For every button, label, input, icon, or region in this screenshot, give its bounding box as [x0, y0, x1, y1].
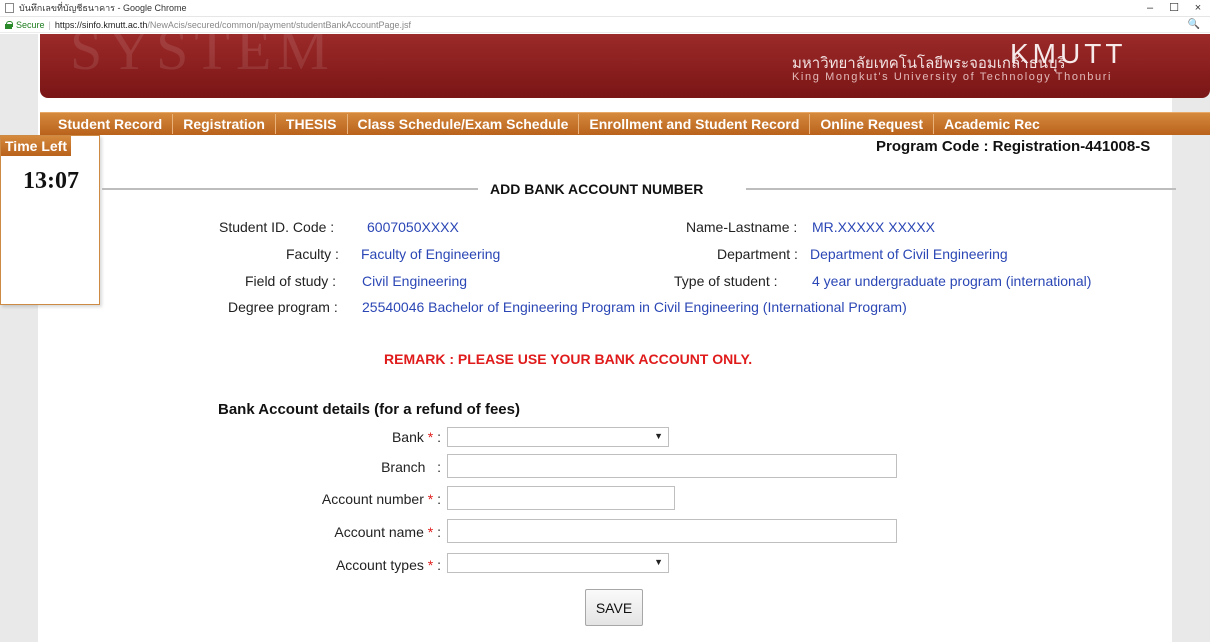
account-name-input[interactable]	[447, 519, 897, 543]
faculty-value: Faculty of Engineering	[361, 246, 501, 262]
field-of-study-label: Field of study :	[245, 273, 337, 289]
remark-warning: REMARK : PLEASE USE YOUR BANK ACCOUNT ON…	[384, 351, 753, 367]
label-colon: :	[437, 429, 441, 445]
url-path: /NewAcis/secured/common/payment/studentB…	[147, 19, 412, 30]
bank-details-heading: Bank Account details (for a refund of fe…	[218, 401, 520, 418]
nav-registration[interactable]: Registration	[173, 114, 276, 134]
time-left-panel: Time Left 13:07	[0, 135, 100, 305]
nav-online-request[interactable]: Online Request	[810, 114, 935, 134]
nav-student-record[interactable]: Student Record	[40, 114, 174, 134]
university-banner: SYSTEM มหาวิทยาลัยเทคโนโลยีพระจอมเกล้าธน…	[40, 34, 1210, 98]
label-colon: :	[437, 459, 441, 475]
name-value: MR.XXXXX XXXXX	[812, 219, 935, 235]
required-mark: *	[427, 429, 434, 445]
lock-icon	[5, 20, 13, 29]
save-button[interactable]: SAVE	[585, 589, 643, 626]
zoom-icon[interactable]: 🔍	[1188, 19, 1200, 30]
account-number-label-text: Account number	[321, 491, 424, 507]
name-label: Name-Lastname :	[686, 219, 798, 235]
time-left-value: 13:07	[23, 168, 79, 194]
department-label: Department :	[717, 246, 798, 262]
required-mark: *	[427, 491, 434, 507]
account-number-input[interactable]	[447, 486, 675, 510]
main-nav: Student Record Registration THESIS Class…	[40, 112, 1210, 135]
window-controls: – ☐ ×	[1138, 0, 1210, 16]
branch-input[interactable]	[447, 454, 897, 478]
time-left-label: Time Left	[1, 136, 71, 156]
branch-label-text: Branch	[381, 459, 426, 475]
label-colon: :	[437, 524, 441, 540]
minimize-button[interactable]: –	[1138, 0, 1162, 16]
maximize-button[interactable]: ☐	[1162, 0, 1186, 16]
label-colon: :	[437, 557, 441, 573]
account-number-label: Account number * :	[211, 491, 441, 507]
chevron-down-icon: ▼	[654, 431, 663, 441]
section-title: ADD BANK ACCOUNT NUMBER	[490, 181, 704, 197]
chevron-down-icon: ▼	[654, 557, 663, 567]
bank-label-text: Bank	[391, 429, 424, 445]
bank-label: Bank * :	[211, 429, 441, 445]
branch-label: Branch :	[211, 459, 441, 475]
nav-academic-record[interactable]: Academic Rec	[934, 114, 1050, 134]
field-of-study-value: Civil Engineering	[362, 273, 468, 289]
address-bar[interactable]: Secure | https://sinfo.kmutt.ac.th /NewA…	[0, 17, 1210, 33]
account-name-label: Account name * :	[211, 524, 441, 540]
student-id-value: 6007050XXXX	[367, 219, 459, 235]
required-mark: *	[427, 524, 434, 540]
faculty-label: Faculty :	[286, 246, 339, 262]
nav-enrollment[interactable]: Enrollment and Student Record	[579, 114, 811, 134]
nav-class-schedule[interactable]: Class Schedule/Exam Schedule	[348, 114, 580, 134]
student-id-label: Student ID. Code :	[219, 219, 335, 235]
account-types-label-text: Account types	[335, 557, 424, 573]
section-divider-left	[102, 188, 478, 190]
banner-english-name: King Mongkut's University of Technology …	[792, 71, 1113, 83]
page-viewport: SYSTEM มหาวิทยาลัยเทคโนโลยีพระจอมเกล้าธน…	[0, 34, 1210, 642]
account-types-label: Account types * :	[211, 557, 441, 573]
window-title: บันทึกเลขที่บัญชีธนาคาร - Google Chrome	[19, 3, 187, 13]
banner-watermark: SYSTEM	[70, 34, 335, 82]
department-value: Department of Civil Engineering	[810, 246, 1008, 262]
nav-thesis[interactable]: THESIS	[276, 114, 348, 134]
url-host: https://sinfo.kmutt.ac.th	[54, 19, 148, 30]
required-mark: *	[427, 557, 434, 573]
program-code: Program Code : Registration-441008-S	[876, 138, 1151, 155]
banner-acronym: KMUTT	[1010, 38, 1127, 69]
close-button[interactable]: ×	[1186, 0, 1210, 16]
page-icon	[5, 3, 14, 13]
degree-program-value: 25540046 Bachelor of Engineering Program…	[362, 299, 907, 315]
account-types-select[interactable]: ▼	[447, 553, 669, 573]
type-of-student-label: Type of student :	[674, 273, 778, 289]
account-name-label-text: Account name	[334, 524, 424, 540]
bank-select[interactable]: ▼	[447, 427, 669, 447]
window-titlebar: บันทึกเลขที่บัญชีธนาคาร - Google Chrome …	[0, 0, 1210, 17]
type-of-student-value: 4 year undergraduate program (internatio…	[812, 273, 1092, 289]
degree-program-label: Degree program :	[228, 299, 338, 315]
address-separator: |	[48, 19, 51, 30]
section-divider-right	[746, 188, 1176, 190]
label-colon: :	[437, 491, 441, 507]
secure-label: Secure	[16, 19, 45, 30]
